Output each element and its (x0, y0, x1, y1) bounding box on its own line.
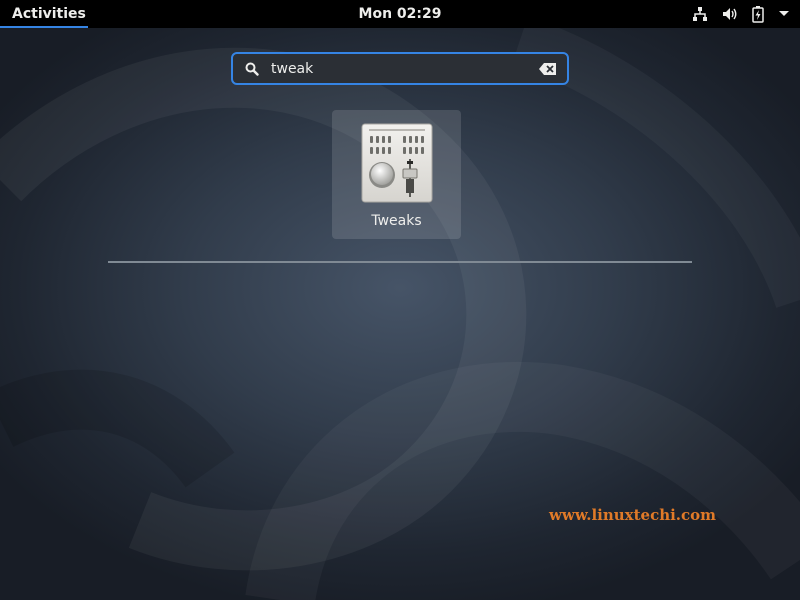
volume-icon (722, 6, 738, 22)
results-separator (108, 261, 692, 263)
network-icon (692, 6, 708, 22)
search-box[interactable] (231, 52, 569, 85)
app-label: Tweaks (371, 213, 422, 229)
watermark-text: www.linuxtechi.com (549, 506, 717, 524)
app-result-tweaks[interactable]: Tweaks (332, 110, 461, 239)
activities-button[interactable]: Activities (0, 0, 98, 28)
tweaks-app-icon (361, 123, 433, 203)
clock-label[interactable]: Mon 02:29 (359, 6, 442, 22)
search-icon (245, 62, 259, 76)
clock: Mon 02:29 (0, 0, 800, 28)
system-menu-arrow-icon (778, 10, 790, 18)
status-area[interactable] (692, 0, 790, 28)
top-bar: Activities Mon 02:29 (0, 0, 800, 28)
activities-indicator (0, 26, 88, 28)
search-input[interactable] (271, 58, 531, 80)
clear-icon[interactable] (539, 63, 556, 75)
activities-label: Activities (12, 6, 86, 22)
battery-icon (752, 5, 764, 23)
